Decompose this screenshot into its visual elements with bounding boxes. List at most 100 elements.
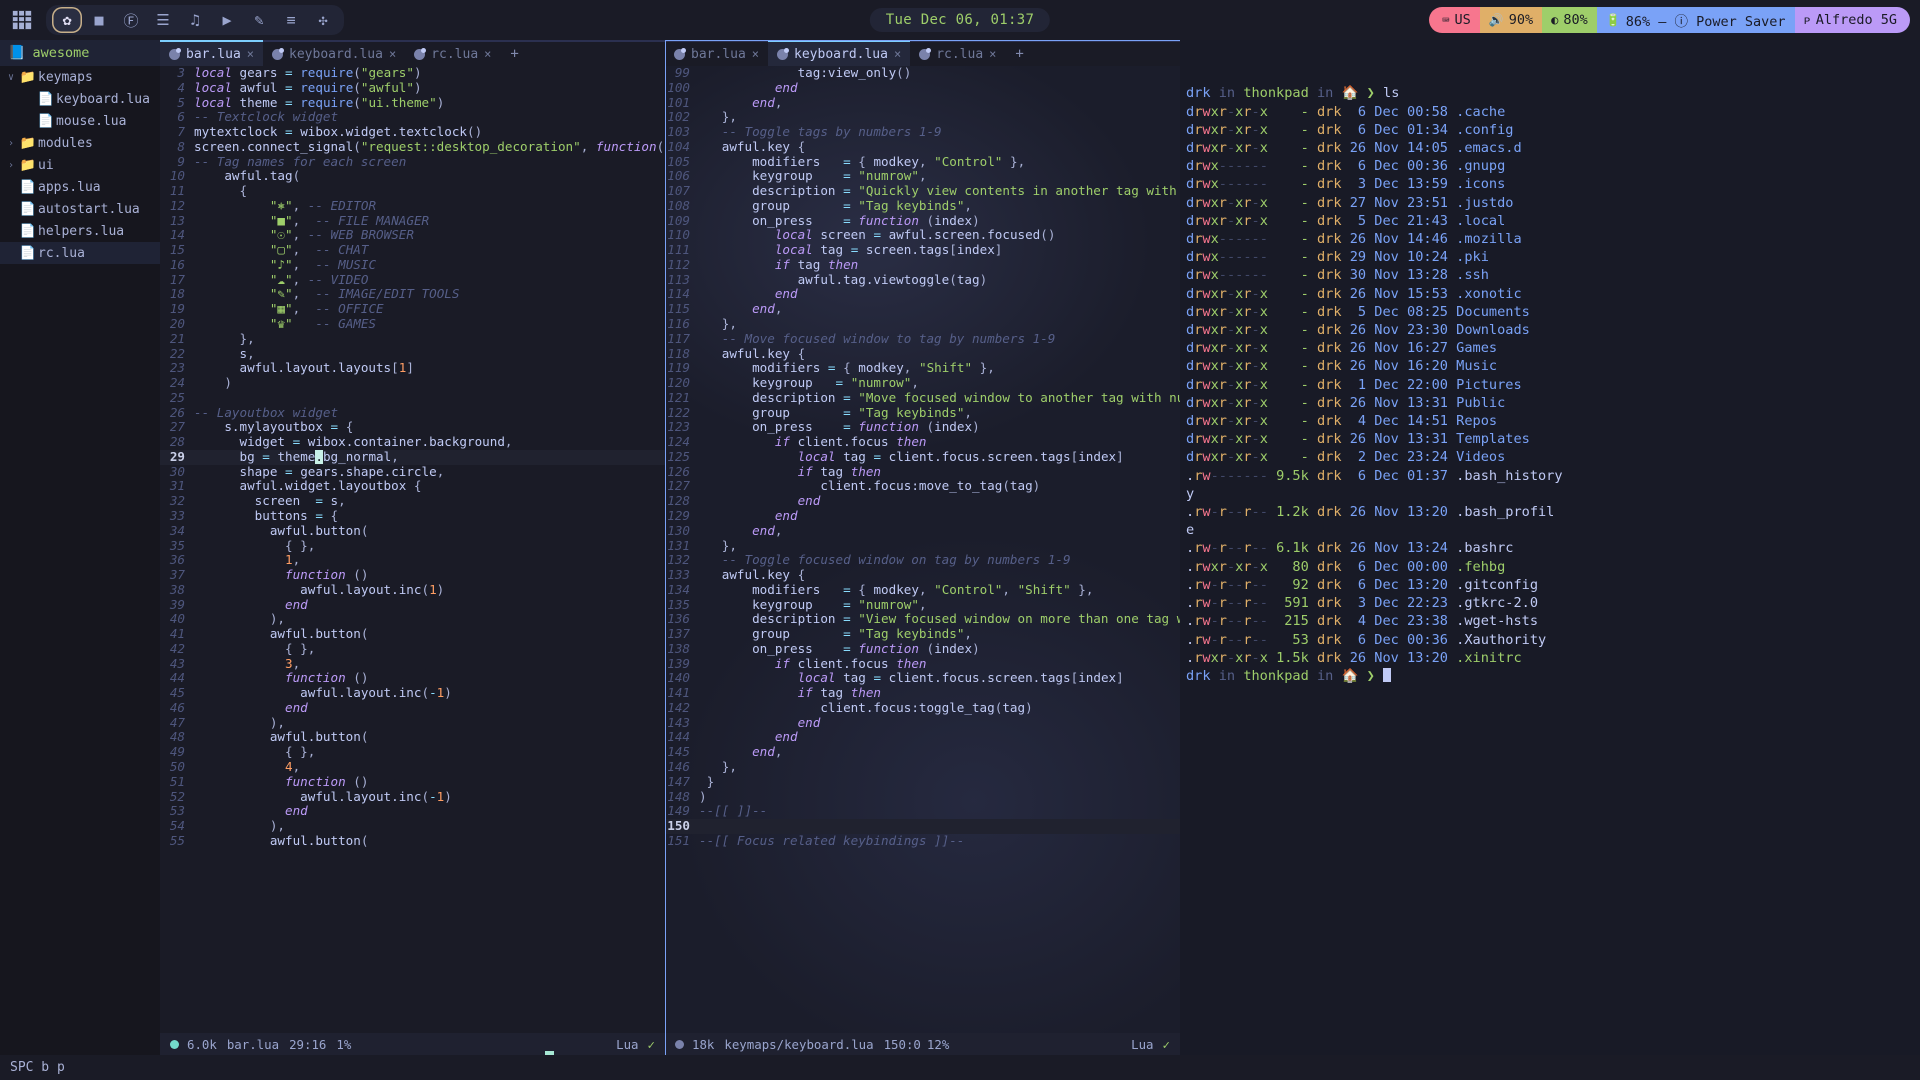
- code-line[interactable]: 137 group = "Tag keybinds",: [665, 626, 1180, 642]
- code-line[interactable]: 9 -- Tag names for each screen: [160, 154, 665, 170]
- tree-item-keymaps[interactable]: ∨ 📁 keymaps: [0, 66, 160, 88]
- code-line[interactable]: 5 local theme = require("ui.theme"): [160, 95, 665, 111]
- editor-pane-left[interactable]: bar.lua × keyboard.lua × rc.lua × + 3 local gea…: [160, 40, 665, 1055]
- tree-item-autostart-lua[interactable]: 📄 autostart.lua: [0, 198, 160, 220]
- close-icon[interactable]: ×: [484, 47, 491, 61]
- code-line[interactable]: 122 group = "Tag keybinds",: [665, 405, 1180, 421]
- code-line[interactable]: 51 function (): [160, 774, 665, 790]
- code-line[interactable]: 130 end,: [665, 523, 1180, 539]
- tabline-right[interactable]: bar.lua × keyboard.lua × rc.lua × +: [665, 40, 1180, 66]
- editor-tag[interactable]: ✿: [52, 7, 82, 33]
- code-line[interactable]: 123 on_press = function (index): [665, 420, 1180, 435]
- code-line[interactable]: 108 group = "Tag keybinds",: [665, 198, 1180, 214]
- tree-item-keyboard-lua[interactable]: 📄 keyboard.lua: [0, 88, 160, 110]
- code-line[interactable]: 8 screen.connect_signal("request::desktop…: [160, 139, 665, 155]
- code-line[interactable]: 145 end,: [665, 744, 1180, 760]
- file-name[interactable]: Music: [1456, 358, 1497, 374]
- tree-item-ui[interactable]: › 📁 ui: [0, 154, 160, 176]
- app-launcher-button[interactable]: [0, 0, 44, 40]
- code-line[interactable]: 49 { },: [160, 744, 665, 760]
- code-line[interactable]: 99 tag:view_only(): [665, 65, 1180, 81]
- code-line[interactable]: 104 awful.key {: [665, 139, 1180, 155]
- office-tag[interactable]: ≡: [276, 7, 306, 33]
- file-name[interactable]: .bash_history: [1456, 468, 1562, 484]
- chevron-icon[interactable]: ∨: [4, 72, 18, 83]
- code-line[interactable]: 101 end,: [665, 95, 1180, 111]
- file-name[interactable]: Downloads: [1456, 322, 1530, 338]
- tab-rc-lua-right[interactable]: rc.lua ×: [910, 42, 1006, 66]
- code-line[interactable]: 146 },: [665, 759, 1180, 775]
- code-line[interactable]: 55 awful.button(: [160, 833, 665, 849]
- file-name[interactable]: .pki: [1456, 249, 1489, 265]
- new-tab-button-left[interactable]: +: [500, 42, 528, 66]
- code-line[interactable]: 47 ),: [160, 715, 665, 731]
- code-line[interactable]: 126 if tag then: [665, 464, 1180, 480]
- code-line[interactable]: 124 if client.focus then: [665, 434, 1180, 450]
- code-line[interactable]: 20 "♛" -- GAMES: [160, 316, 665, 332]
- code-line[interactable]: 105 modifiers = { modkey, "Control" },: [665, 154, 1180, 170]
- code-line[interactable]: 25: [160, 390, 665, 406]
- code-line[interactable]: 35 { },: [160, 538, 665, 554]
- file-name[interactable]: .config: [1456, 122, 1513, 138]
- web-browser-tag[interactable]: Ⓕ: [116, 7, 146, 33]
- tray-wifi[interactable]: ᴘ Alfredo 5G: [1794, 7, 1910, 33]
- editor-pane-right[interactable]: bar.lua × keyboard.lua × rc.lua × + 99 tag:vie…: [665, 40, 1180, 1055]
- close-icon[interactable]: ×: [389, 47, 396, 61]
- tab-rc-lua-left[interactable]: rc.lua ×: [405, 42, 501, 66]
- file-name[interactable]: .bashrc: [1456, 540, 1513, 556]
- code-line[interactable]: 7 mytextclock = wibox.widget.textclock(): [160, 124, 665, 140]
- chevron-icon[interactable]: ›: [4, 160, 18, 171]
- code-line[interactable]: 102 },: [665, 110, 1180, 125]
- file-name[interactable]: .bash_profil: [1456, 504, 1554, 520]
- code-line[interactable]: 45 awful.layout.inc(-1): [160, 685, 665, 701]
- code-line[interactable]: 44 function (): [160, 671, 665, 686]
- code-line[interactable]: 52 awful.layout.inc(-1): [160, 789, 665, 805]
- code-line[interactable]: 40 ),: [160, 612, 665, 627]
- games-tag[interactable]: ✣: [308, 7, 338, 33]
- file-name[interactable]: .local: [1456, 213, 1505, 229]
- code-line[interactable]: 33 buttons = {: [160, 508, 665, 524]
- tab-bar-lua-left[interactable]: bar.lua ×: [160, 40, 264, 66]
- tab-keyboard-lua-right[interactable]: keyboard.lua ×: [768, 40, 911, 66]
- code-line[interactable]: 46 end: [160, 700, 665, 716]
- file-name[interactable]: .justdo: [1456, 195, 1513, 211]
- code-line[interactable]: 18 "✎", -- IMAGE/EDIT TOOLS: [160, 287, 665, 302]
- code-line[interactable]: 128 end: [665, 493, 1180, 509]
- file-name[interactable]: .fehbg: [1456, 559, 1505, 575]
- file-name[interactable]: .xonotic: [1456, 286, 1521, 302]
- chat-tag[interactable]: ☰: [148, 7, 178, 33]
- code-line[interactable]: 149 --[[ ]]--: [665, 804, 1180, 819]
- file-name[interactable]: .wget-hsts: [1456, 613, 1538, 629]
- project-root[interactable]: 📘 awesome: [0, 40, 160, 66]
- tree-item-modules[interactable]: › 📁 modules: [0, 132, 160, 154]
- code-line[interactable]: 139 if client.focus then: [665, 656, 1180, 672]
- tabline-left[interactable]: bar.lua × keyboard.lua × rc.lua × +: [160, 40, 665, 66]
- code-line[interactable]: 100 end: [665, 80, 1180, 96]
- file-name[interactable]: Documents: [1456, 304, 1530, 320]
- code-line[interactable]: 32 screen = s,: [160, 493, 665, 509]
- code-line[interactable]: 13 "■", -- FILE MANAGER: [160, 213, 665, 229]
- code-line[interactable]: 121 description = "Move focused window t…: [665, 390, 1180, 406]
- code-line[interactable]: 38 awful.layout.inc(1): [160, 582, 665, 598]
- code-line[interactable]: 112 if tag then: [665, 257, 1180, 273]
- file-name[interactable]: .icons: [1456, 176, 1505, 192]
- code-line[interactable]: 129 end: [665, 508, 1180, 524]
- code-line[interactable]: 103 -- Toggle tags by numbers 1-9: [665, 124, 1180, 140]
- close-icon[interactable]: ×: [989, 47, 996, 61]
- file-name[interactable]: .ssh: [1456, 267, 1489, 283]
- file-name[interactable]: .cache: [1456, 104, 1505, 120]
- code-line[interactable]: 147 }: [665, 774, 1180, 790]
- code-line[interactable]: 134 modifiers = { modkey, "Control", "Sh…: [665, 582, 1180, 598]
- code-line[interactable]: 125 local tag = client.focus.screen.tags…: [665, 449, 1180, 465]
- terminal-window[interactable]: drk in thonkpad in 🏠 ❯ ls drwxr-xr-x - dr…: [1180, 40, 1920, 1055]
- code-line[interactable]: 15 "▢", -- CHAT: [160, 242, 665, 258]
- music-tag[interactable]: ♫: [180, 7, 210, 33]
- tray-battery[interactable]: 🔋 86% – ⓘ Power Saver: [1596, 7, 1795, 33]
- code-line[interactable]: 30 shape = gears.shape.circle,: [160, 464, 665, 480]
- file-name[interactable]: Public: [1456, 395, 1505, 411]
- code-line[interactable]: 150: [665, 818, 1180, 834]
- code-line[interactable]: 107 description = "Quickly view contents…: [665, 183, 1180, 199]
- code-line[interactable]: 133 awful.key {: [665, 567, 1180, 583]
- code-line[interactable]: 39 end: [160, 597, 665, 613]
- code-line[interactable]: 3 local gears = require("gears"): [160, 65, 665, 81]
